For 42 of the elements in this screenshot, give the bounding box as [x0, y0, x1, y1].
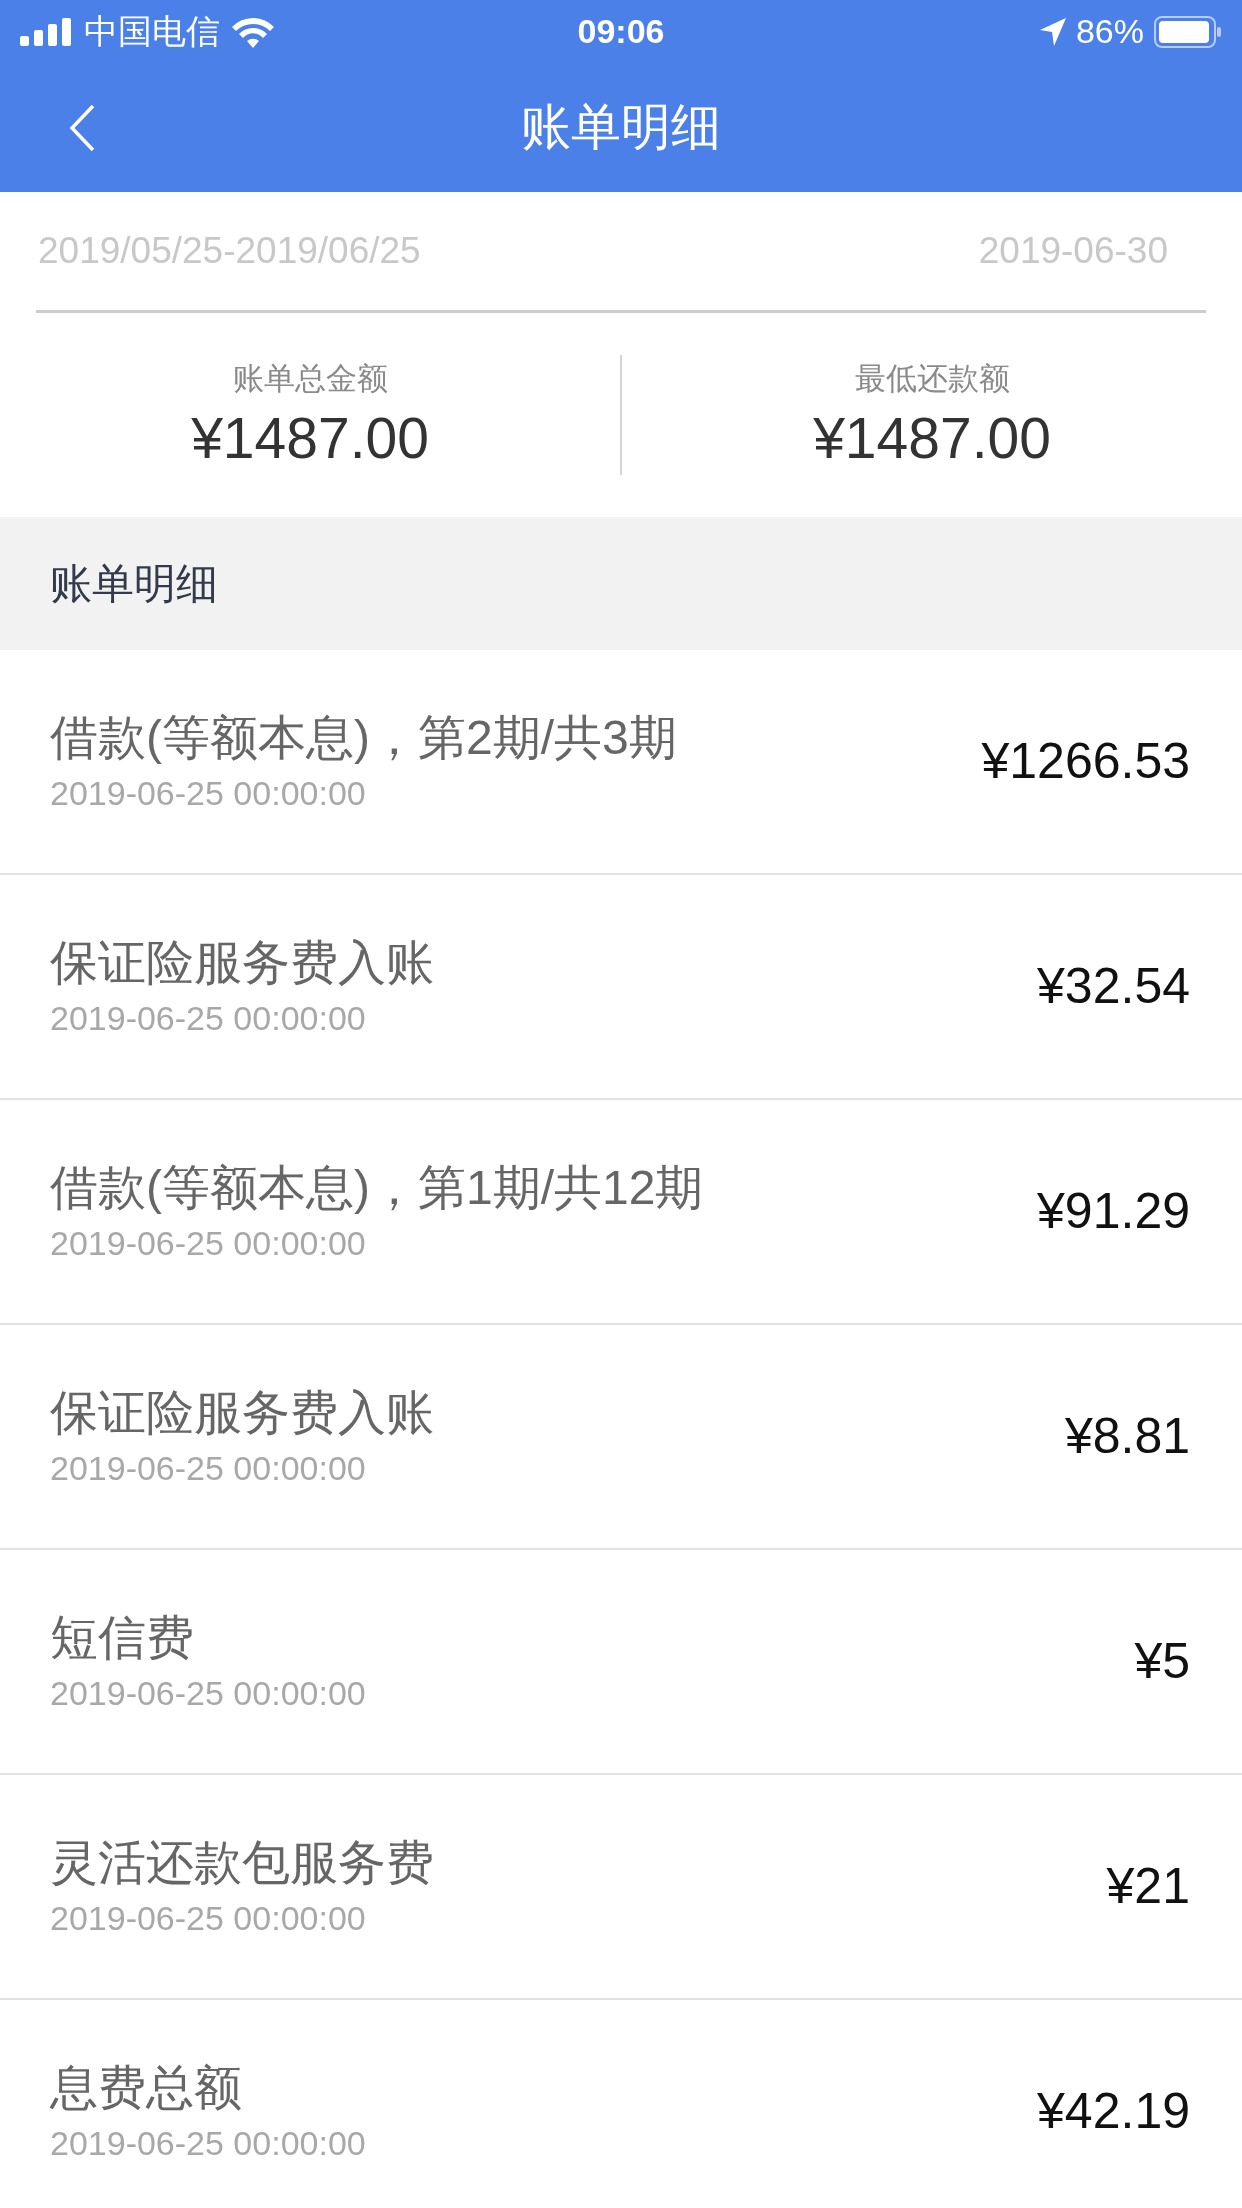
item-amount: ¥42.19: [1037, 2082, 1190, 2141]
summary-label: 最低还款额: [854, 360, 1010, 399]
bill-item[interactable]: 息费总额 2019-06-25 00:00:00 ¥42.19: [0, 2000, 1242, 2208]
bill-item[interactable]: 保证险服务费入账 2019-06-25 00:00:00 ¥32.54: [0, 875, 1242, 1100]
summary-amount: ¥1487.00: [813, 404, 1051, 472]
item-time: 2019-06-25 00:00:00: [50, 1675, 366, 1710]
item-time: 2019-06-25 00:00:00: [50, 775, 367, 810]
item-title: 保证险服务费入账: [50, 1388, 434, 1437]
bill-item[interactable]: 借款(等额本息)，第1期/共12期 2019-06-25 00:00:00 ¥91.29: [0, 1100, 1242, 1325]
item-amount: ¥91.29: [1037, 1182, 1190, 1241]
back-icon: [69, 103, 95, 152]
battery-percent: 86%: [1075, 11, 1144, 52]
item-time: 2019-06-25 00:00:00: [50, 1450, 367, 1485]
battery-icon: [1154, 15, 1222, 48]
item-title: 息费总额: [50, 2063, 243, 2112]
section-title: 账单明细: [50, 559, 218, 609]
item-title: 短信费: [50, 1613, 195, 1662]
item-title: 灵活还款包服务费: [50, 1838, 434, 1887]
item-amount: ¥5: [1134, 1632, 1190, 1691]
summary-label: 账单总金额: [232, 360, 388, 399]
item-time: 2019-06-25 00:00:00: [50, 2125, 366, 2160]
signal-icon: [20, 17, 72, 46]
bill-item[interactable]: 保证险服务费入账 2019-06-25 00:00:00 ¥8.81: [0, 1325, 1242, 1550]
clock-time: 09:06: [577, 11, 665, 52]
location-arrow-icon: [1039, 17, 1066, 46]
page-title: 账单明细: [521, 98, 721, 157]
carrier-name: 中国电信: [84, 11, 220, 52]
item-time: 2019-06-25 00:00:00: [50, 1225, 367, 1260]
item-amount: ¥8.81: [1064, 1407, 1190, 1466]
wifi-icon: [232, 15, 274, 48]
item-amount: ¥21: [1106, 1857, 1190, 1916]
bill-item[interactable]: 短信费 2019-06-25 00:00:00 ¥5: [0, 1550, 1242, 1775]
item-title: 借款(等额本息)，第2期/共3期: [50, 713, 677, 762]
item-title: 保证险服务费入账: [50, 938, 434, 987]
item-amount: ¥1266.53: [981, 732, 1190, 791]
bill-item[interactable]: 借款(等额本息)，第2期/共3期 2019-06-25 00:00:00 ¥1266.53: [0, 650, 1242, 875]
bill-item[interactable]: 灵活还款包服务费 2019-06-25 00:00:00 ¥21: [0, 1775, 1242, 2000]
item-time: 2019-06-25 00:00:00: [50, 1900, 367, 1935]
item-amount: ¥32.54: [1037, 957, 1190, 1016]
item-title: 借款(等额本息)，第1期/共12期: [50, 1163, 704, 1212]
item-time: 2019-06-25 00:00:00: [50, 1000, 367, 1035]
summary-amount: ¥1487.00: [191, 404, 429, 472]
